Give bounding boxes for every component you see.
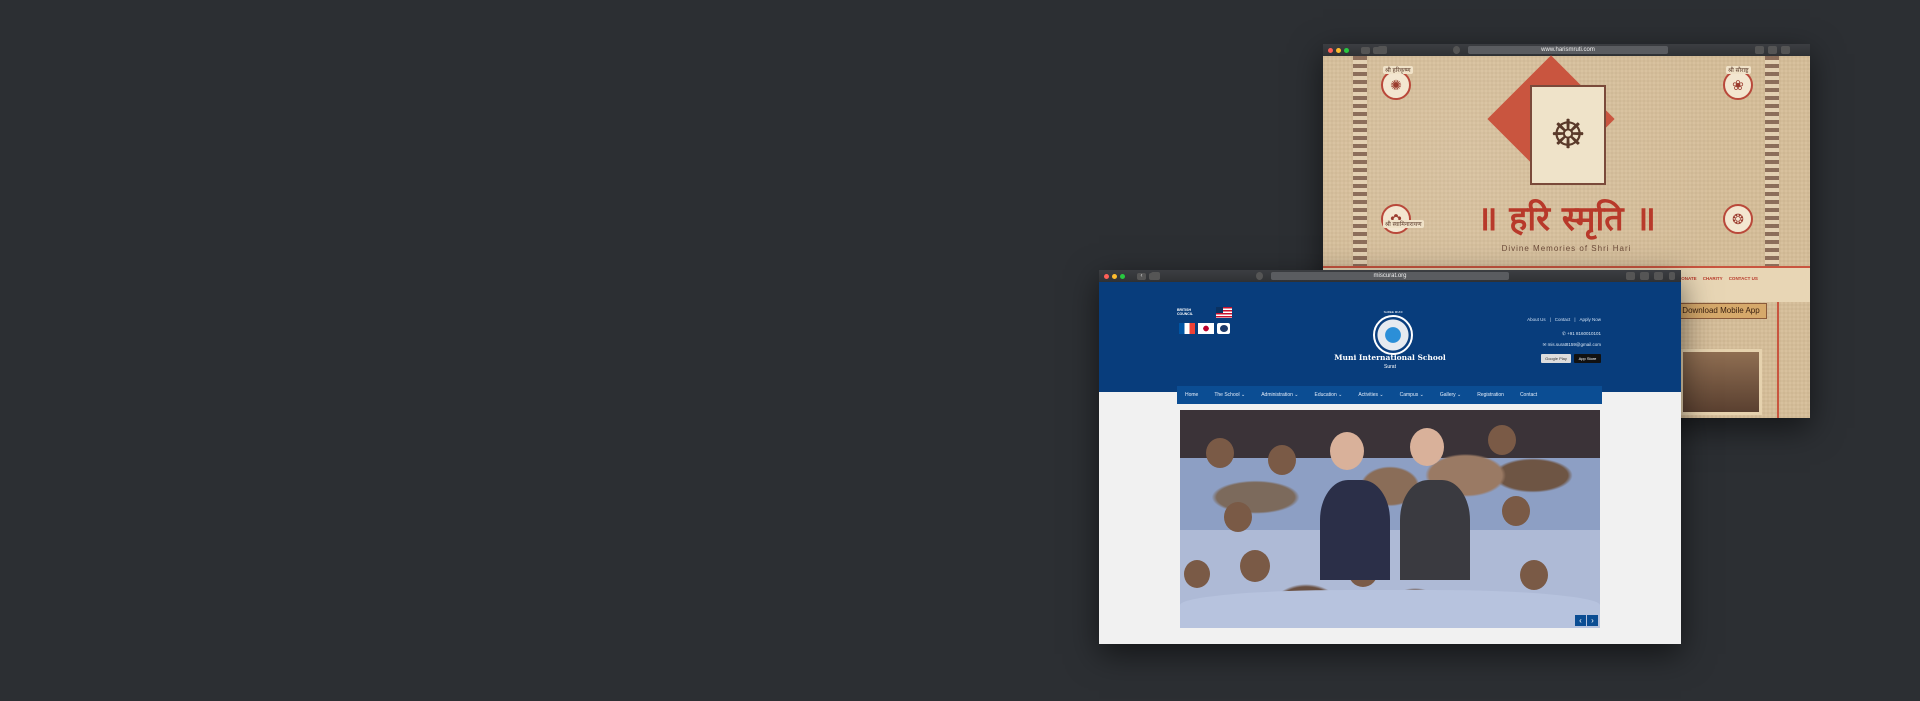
share-icon[interactable] <box>1640 272 1649 280</box>
temple-image <box>1680 349 1762 415</box>
download-icon[interactable] <box>1626 272 1635 280</box>
nav-registration[interactable]: Registration <box>1469 392 1512 398</box>
photo-person <box>1206 438 1234 468</box>
photo-person <box>1502 496 1530 526</box>
nav-campus[interactable]: Campus ⌄ <box>1392 392 1432 398</box>
partner-emblem-icon <box>1217 323 1230 334</box>
site-title: ॥ हरि स्मृति ॥ <box>1477 199 1656 239</box>
logo-caption: SHREE MUNI <box>1383 310 1403 314</box>
phone-number: ✆ +91 8160010101 <box>1562 331 1601 336</box>
email-address: ✉ mis.surat8159@gmail.com <box>1542 342 1601 347</box>
photo-person <box>1410 428 1444 466</box>
main-nav: Home The School ⌄ Administration ⌄ Educa… <box>1177 386 1602 404</box>
deity-illustration-icon: ☸ <box>1530 85 1606 185</box>
photo-person <box>1330 432 1364 470</box>
photo-person <box>1488 425 1516 455</box>
apply-now-link[interactable]: Apply Now <box>1579 317 1601 322</box>
nav-education[interactable]: Education ⌄ <box>1306 392 1350 398</box>
photo-person <box>1320 480 1390 580</box>
tabs-icon[interactable] <box>1654 272 1663 280</box>
maximize-window-button[interactable] <box>1344 47 1349 53</box>
conch-icon: ✺ <box>1381 70 1411 100</box>
new-tab-icon[interactable] <box>1669 272 1675 280</box>
app-store-badge[interactable]: App Store <box>1574 354 1601 363</box>
share-icon[interactable] <box>1768 46 1777 54</box>
menu-item-contact-us[interactable]: CONTACT US <box>1729 276 1758 281</box>
top-links: About Us | Contact | Apply Now <box>1527 317 1601 322</box>
france-flag-icon <box>1179 323 1195 334</box>
close-window-button[interactable] <box>1328 47 1333 53</box>
photo-person <box>1268 445 1296 475</box>
window-controls[interactable] <box>1104 273 1125 279</box>
photo-person <box>1240 550 1270 582</box>
school-city: Surat <box>1384 364 1396 370</box>
address-bar[interactable]: www.harismruti.com <box>1468 46 1668 54</box>
contact-link[interactable]: Contact <box>1555 317 1571 322</box>
decorative-border-left <box>1353 56 1367 300</box>
browser-toolbar: www.harismruti.com <box>1323 44 1810 56</box>
corner-label: श्री हरिकृष्ण <box>1383 66 1413 74</box>
photo-person <box>1224 502 1252 532</box>
decorative-border-right <box>1765 56 1779 300</box>
hero-slider-image: ‹ › <box>1180 410 1600 628</box>
link-separator: | <box>1549 317 1551 322</box>
minimize-window-button[interactable] <box>1336 47 1341 53</box>
sidebar-icon[interactable] <box>1151 272 1160 280</box>
site-header: BRITISH COUNCIL SHREE MUNI Muni Internat… <box>1099 282 1681 404</box>
about-us-link[interactable]: About Us <box>1527 317 1546 322</box>
nav-the-school[interactable]: The School ⌄ <box>1206 392 1253 398</box>
photo-person <box>1400 480 1470 580</box>
privacy-icon[interactable] <box>1453 46 1460 54</box>
browser-toolbar: ‹ › miscurat.org <box>1099 270 1681 282</box>
lotus-icon: ❀ <box>1723 70 1753 100</box>
site-subtitle: Divine Memories of Shri Hari <box>1501 244 1632 253</box>
nav-administration[interactable]: Administration ⌄ <box>1253 392 1306 398</box>
privacy-icon[interactable] <box>1256 272 1263 280</box>
window-controls[interactable] <box>1328 47 1349 53</box>
minimize-window-button[interactable] <box>1112 273 1117 279</box>
link-separator: | <box>1574 317 1576 322</box>
japan-flag-icon <box>1198 323 1214 334</box>
nav-home[interactable]: Home <box>1177 392 1206 398</box>
british-council-logo: BRITISH COUNCIL <box>1177 308 1193 316</box>
menu-item-charity[interactable]: CHARITY <box>1703 276 1723 281</box>
muni-school-browser-window: ‹ › miscurat.org BRITISH COUNCIL SHREE M… <box>1099 270 1681 644</box>
nav-activities[interactable]: Activities ⌄ <box>1350 392 1391 398</box>
address-bar[interactable]: miscurat.org <box>1271 272 1509 280</box>
download-mobile-app-button[interactable]: Download Mobile App <box>1675 303 1767 319</box>
back-button[interactable] <box>1361 46 1370 54</box>
slider-prev-button[interactable]: ‹ <box>1575 615 1586 626</box>
nav-contact[interactable]: Contact <box>1512 392 1545 398</box>
google-play-badge[interactable]: Google Play <box>1541 354 1571 363</box>
nav-gallery[interactable]: Gallery ⌄ <box>1432 392 1469 398</box>
photo-person <box>1184 560 1210 588</box>
sidebar-icon[interactable] <box>1378 46 1387 54</box>
decorative-divider <box>1777 302 1779 418</box>
school-name: Muni International School <box>1334 353 1446 362</box>
photo-person <box>1520 560 1548 590</box>
tabs-icon[interactable] <box>1781 46 1790 54</box>
slider-next-button[interactable]: › <box>1587 615 1598 626</box>
corner-label: श्री सौराष्ट्र <box>1726 66 1751 74</box>
download-icon[interactable] <box>1755 46 1764 54</box>
photo-uniforms <box>1180 590 1600 628</box>
school-logo-icon[interactable] <box>1373 315 1413 355</box>
back-button[interactable]: ‹ <box>1137 272 1146 280</box>
maximize-window-button[interactable] <box>1120 273 1125 279</box>
close-window-button[interactable] <box>1104 273 1109 279</box>
usa-flag-icon <box>1216 307 1232 318</box>
